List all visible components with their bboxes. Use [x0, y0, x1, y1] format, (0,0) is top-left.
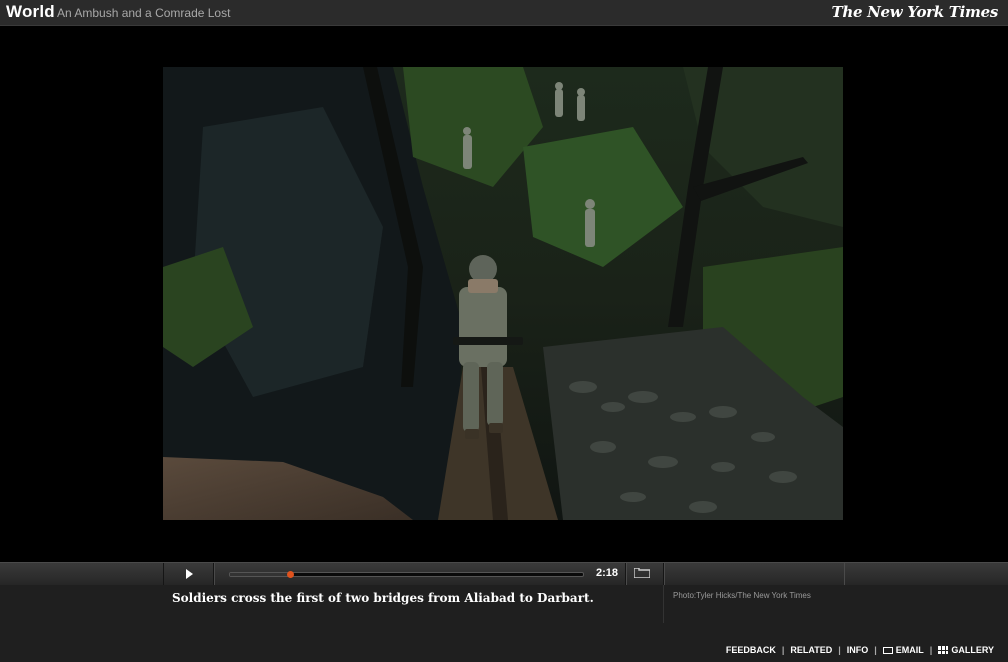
- email-label: EMAIL: [895, 645, 924, 655]
- photo-caption: Soldiers cross the first of two bridges …: [172, 591, 594, 605]
- slideshow-photo: [163, 67, 843, 520]
- header-bar: World An Ambush and a Comrade Lost The N…: [0, 0, 1008, 26]
- related-link[interactable]: RELATED: [790, 645, 832, 655]
- caption-area: Soldiers cross the first of two bridges …: [0, 585, 1008, 662]
- photo-illustration: [163, 67, 843, 520]
- link-separator: |: [929, 645, 933, 655]
- play-icon: [185, 569, 193, 579]
- link-separator: |: [838, 645, 841, 655]
- slideshow-headline: An Ambush and a Comrade Lost: [57, 6, 231, 20]
- fullscreen-button[interactable]: [626, 563, 662, 585]
- gallery-link[interactable]: GALLERY: [938, 645, 994, 655]
- caption-divider: [663, 585, 664, 623]
- nyt-logo[interactable]: The New York Times: [832, 3, 999, 21]
- progress-fill: [230, 573, 290, 576]
- progress-knob[interactable]: [287, 571, 294, 578]
- gallery-label: GALLERY: [951, 645, 994, 655]
- feedback-link[interactable]: FEEDBACK: [726, 645, 776, 655]
- footer-links: FEEDBACK | RELATED | INFO | EMAIL | GALL…: [726, 645, 994, 655]
- progress-track[interactable]: [229, 571, 584, 578]
- play-button[interactable]: [164, 563, 212, 585]
- section-title[interactable]: World: [6, 2, 55, 22]
- mail-icon: [882, 646, 893, 654]
- grid-icon: [938, 646, 949, 654]
- photo-credit: Photo:Tyler Hicks/The New York Times: [673, 591, 811, 600]
- duration-label: 2:18: [596, 567, 619, 579]
- fullscreen-icon: [634, 568, 650, 578]
- info-link[interactable]: INFO: [847, 645, 869, 655]
- link-separator: |: [874, 645, 877, 655]
- email-link[interactable]: EMAIL: [882, 645, 924, 655]
- link-separator: |: [781, 645, 785, 655]
- player-controls: 2:18: [0, 562, 1008, 586]
- photo-stage: [0, 26, 1008, 562]
- controls-spacer: [663, 563, 845, 585]
